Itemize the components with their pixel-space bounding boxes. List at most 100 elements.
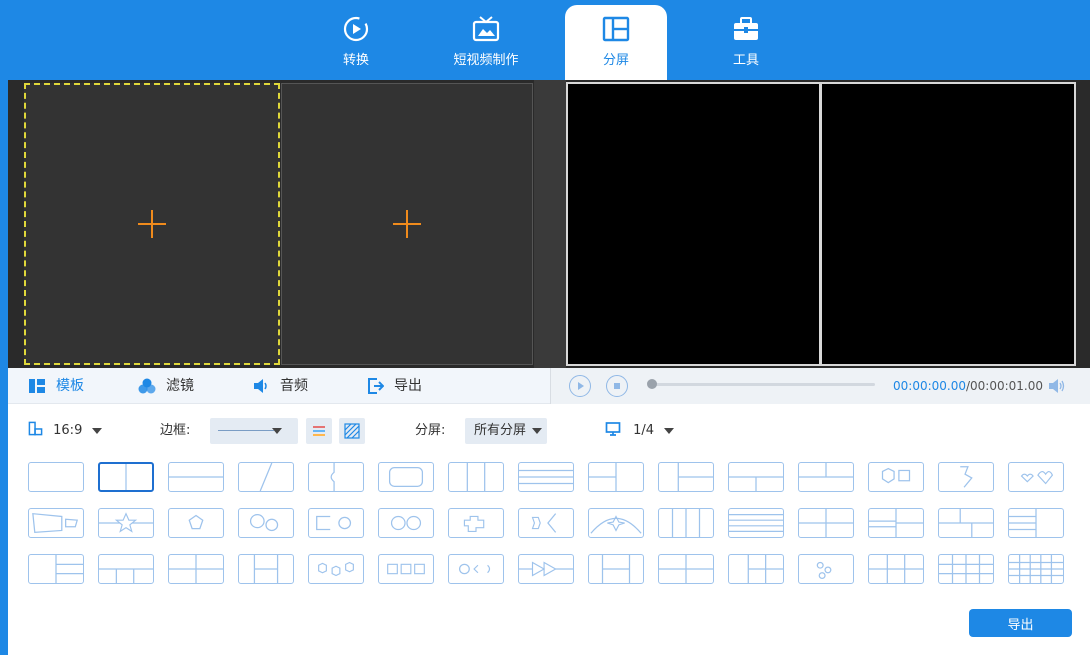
template-thumb[interactable] [868,554,924,584]
subtab-filter[interactable]: 滤镜 [138,368,194,404]
seek-handle[interactable] [647,379,657,389]
convert-icon [343,16,369,42]
template-thumb[interactable] [28,554,84,584]
template-thumb[interactable] [518,462,574,492]
split-label: 分屏: [415,423,446,438]
toolbox-icon [734,17,758,40]
add-video-icon[interactable] [138,210,166,238]
template-thumb[interactable] [98,554,154,584]
template-thumb[interactable] [448,462,504,492]
volume-icon[interactable] [1047,376,1067,396]
export-icon [368,378,384,394]
time-display: 00:00:00.00/00:00:01.00 [893,368,1043,404]
template-thumb[interactable] [308,554,364,584]
template-thumb[interactable] [308,462,364,492]
tab-tools-label: 工具 [732,53,759,68]
page-value: 1/4 [633,423,655,438]
export-button[interactable]: 导出 [969,609,1072,637]
aspect-ratio-icon [28,421,43,436]
border-label: 边框: [160,423,191,438]
subtab-template[interactable]: 模板 [28,368,84,404]
hatch-pattern-icon [344,423,360,439]
template-thumb[interactable] [728,462,784,492]
chevron-down-icon [664,427,675,434]
monitor-icon [605,422,621,436]
template-thumb[interactable] [98,508,154,538]
template-thumb[interactable] [588,508,644,538]
output-screen-2 [820,82,1076,366]
tab-tools[interactable]: 工具 [696,8,796,80]
border-style-select[interactable] [210,418,298,444]
split-cell-1[interactable] [24,83,280,365]
subtab-export[interactable]: 导出 [366,368,422,404]
split-screen-icon [602,16,630,42]
template-thumb[interactable] [378,554,434,584]
template-thumb[interactable] [308,508,364,538]
split-filter-select[interactable]: 所有分屏 [465,418,547,444]
split-cell-2[interactable] [281,83,533,365]
template-thumb[interactable] [98,462,154,492]
play-button[interactable] [569,375,591,397]
template-thumb[interactable] [168,508,224,538]
template-thumb[interactable] [658,462,714,492]
stop-icon [613,382,620,389]
template-thumb[interactable] [798,554,854,584]
template-thumb[interactable] [798,462,854,492]
template-thumb[interactable] [798,508,854,538]
template-thumb[interactable] [938,554,994,584]
seek-bar[interactable] [649,383,875,386]
add-video-icon[interactable] [393,210,421,238]
template-thumb[interactable] [448,554,504,584]
edit-tabs: 模板 滤镜 音频 导出 [8,368,550,404]
chevron-down-icon [92,427,103,434]
template-thumb[interactable] [518,554,574,584]
tab-split-screen[interactable]: 分屏 [565,5,667,80]
template-thumb[interactable] [868,508,924,538]
top-nav: 转换 短视频制作 分屏 工具 [0,0,1090,80]
template-thumb[interactable] [28,462,84,492]
template-thumb[interactable] [1008,554,1064,584]
settings-row: 16:9 边框: 分屏: 所有分屏 1/4 [8,413,1090,449]
template-thumb[interactable] [938,508,994,538]
stop-button[interactable] [606,375,628,397]
output-screen-1 [566,82,821,366]
subtab-audio[interactable]: 音频 [252,368,308,404]
player-controls: 00:00:00.00/00:00:01.00 [550,368,1090,404]
template-thumb[interactable] [658,508,714,538]
template-thumb[interactable] [238,554,294,584]
page-select[interactable]: 1/4 [605,413,675,449]
tab-convert[interactable]: 转换 [306,8,406,80]
preview-divider [534,80,566,368]
border-color-button[interactable] [306,418,332,444]
template-thumb[interactable] [588,462,644,492]
tab-short-video[interactable]: 短视频制作 [436,8,536,80]
template-thumb[interactable] [448,508,504,538]
template-thumb[interactable] [1008,462,1064,492]
filter-icon [138,378,156,394]
subtab-template-label: 模板 [56,378,84,394]
template-thumb[interactable] [1008,508,1064,538]
border-pattern-button[interactable] [339,418,365,444]
template-thumb[interactable] [658,554,714,584]
template-thumb[interactable] [868,462,924,492]
template-thumb[interactable] [938,462,994,492]
template-thumb[interactable] [168,554,224,584]
tab-convert-label: 转换 [342,53,369,68]
play-icon [577,381,584,390]
aspect-ratio-value: 16:9 [53,423,83,438]
template-thumb[interactable] [28,508,84,538]
template-thumb[interactable] [238,462,294,492]
window-left-edge [0,0,8,655]
chevron-down-icon [272,428,282,434]
subtab-filter-label: 滤镜 [166,378,194,394]
template-thumb[interactable] [588,554,644,584]
template-thumb[interactable] [728,508,784,538]
template-thumb[interactable] [378,508,434,538]
template-thumb[interactable] [518,508,574,538]
template-thumb[interactable] [238,508,294,538]
template-thumb[interactable] [168,462,224,492]
aspect-ratio-select[interactable]: 16:9 [28,413,103,449]
color-palette-icon [313,426,325,436]
template-thumb[interactable] [728,554,784,584]
template-thumb[interactable] [378,462,434,492]
